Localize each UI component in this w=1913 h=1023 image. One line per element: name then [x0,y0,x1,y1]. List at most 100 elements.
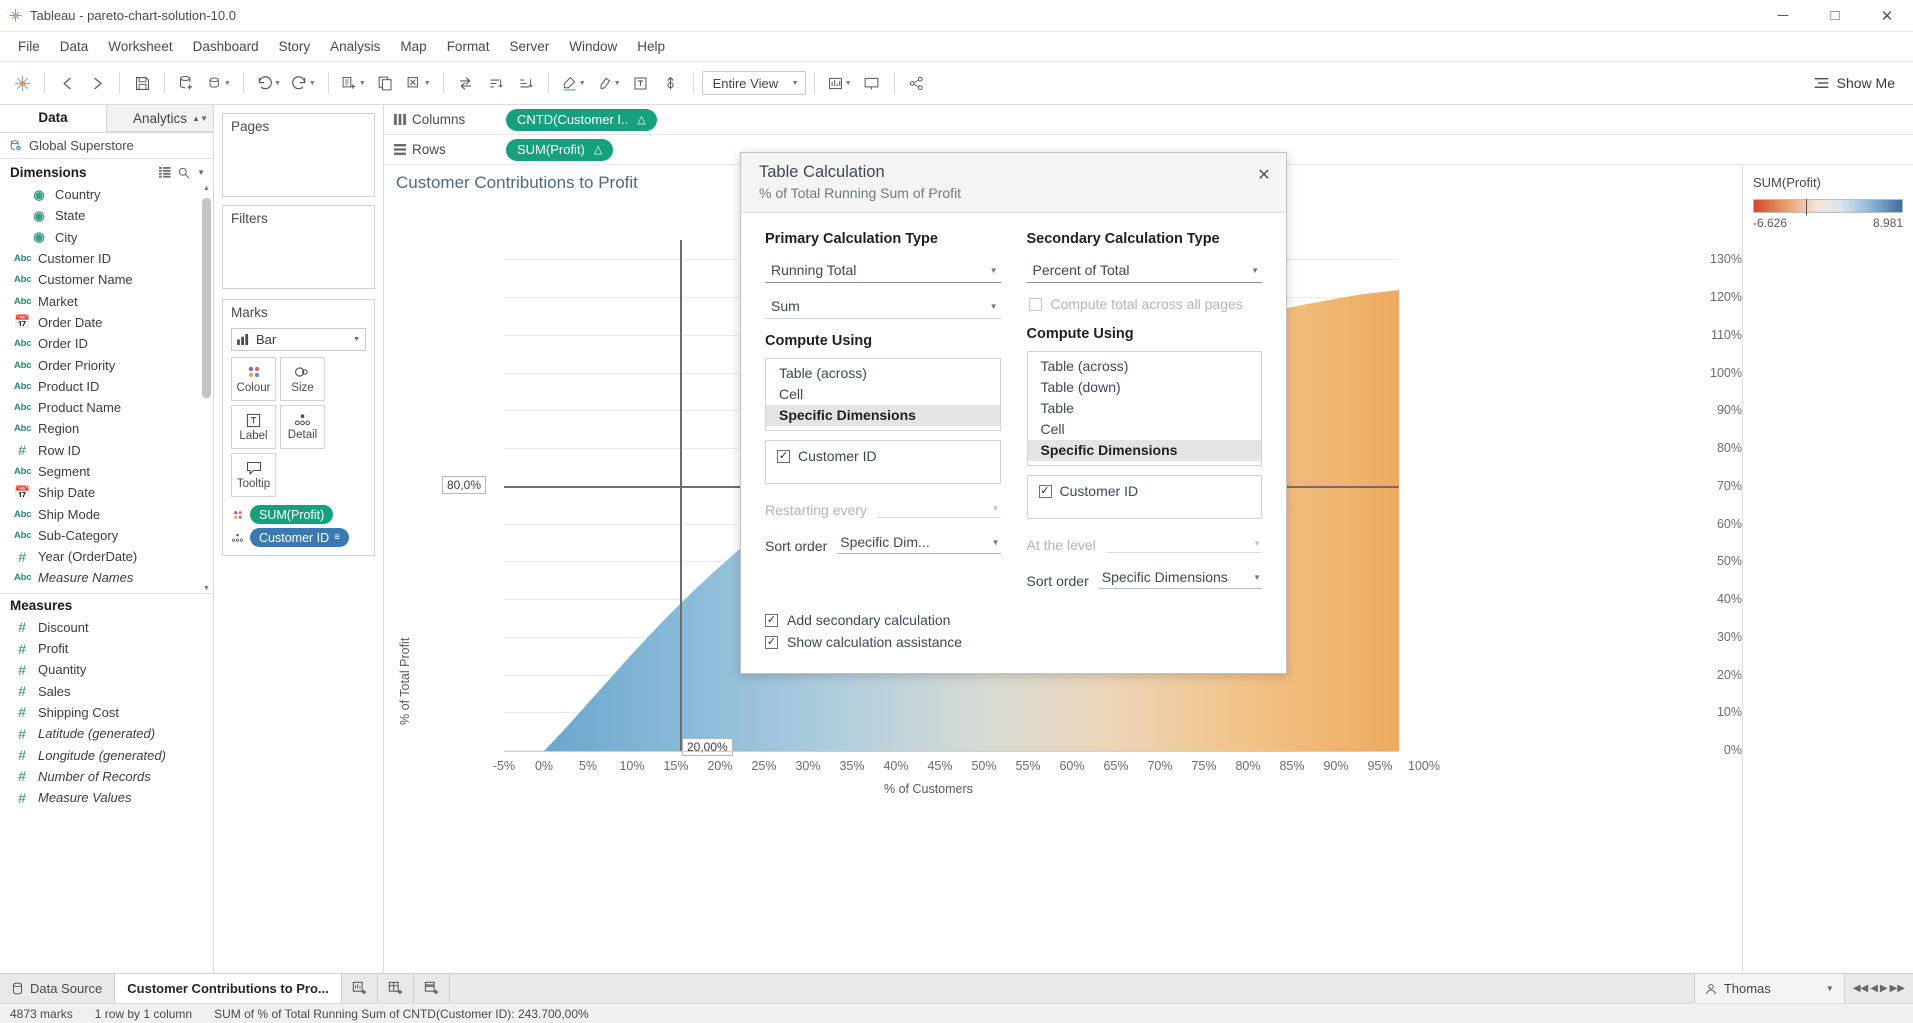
new-data-source-button[interactable] [173,69,201,97]
menu-window[interactable]: Window [559,35,627,58]
primary-sort-order-dropdown[interactable]: Specific Dim... ▼ [837,532,1001,554]
menu-format[interactable]: Format [437,35,500,58]
show-me-button[interactable]: Show Me [1813,75,1905,91]
save-button[interactable] [128,69,156,97]
secondary-sort-order-dropdown[interactable]: Specific Dimensions ▼ [1098,567,1262,589]
forward-button[interactable] [83,69,111,97]
menu-help[interactable]: Help [627,35,675,58]
field-product-name[interactable]: Abc Product Name [0,397,213,418]
secondary-option-table-across[interactable]: Table (across) [1028,356,1262,377]
datasource-row[interactable]: Global Superstore [0,133,213,159]
primary-dimensions-box[interactable]: ✓ Customer ID [765,440,1001,484]
nav-last-icon[interactable]: ▶▶ [1890,983,1905,994]
redo-button[interactable]: ▼ [287,69,320,97]
field-ship-date[interactable]: 📅 Ship Date [0,482,213,503]
menu-map[interactable]: Map [390,35,436,58]
field-state[interactable]: ◉ State [0,205,213,226]
field-customer-name[interactable]: Abc Customer Name [0,269,213,290]
field-order-priority[interactable]: Abc Order Priority [0,354,213,375]
add-secondary-calculation-row[interactable]: ✓ Add secondary calculation [765,609,1262,631]
field-measure-names[interactable]: Abc Measure Names [0,567,213,588]
secondary-dimension-customer-id[interactable]: ✓ Customer ID [1028,483,1262,499]
sort-descending-button[interactable] [512,69,540,97]
highlight-button[interactable]: ▼ [557,69,590,97]
field-product-id[interactable]: Abc Product ID [0,376,213,397]
primary-dimension-customer-id[interactable]: ✓ Customer ID [766,448,1000,464]
field-country[interactable]: ◉ Country [0,184,213,205]
field-latitude[interactable]: # Latitude (generated) [0,723,213,744]
nav-prev-icon[interactable]: ◀ [1870,983,1878,994]
fit-axis-button[interactable]: ▼ [823,69,856,97]
secondary-option-specific-dimensions[interactable]: Specific Dimensions [1027,440,1261,461]
sort-ascending-button[interactable] [482,69,510,97]
chevron-down-icon[interactable]: ▼ [197,168,205,177]
field-order-date[interactable]: 📅 Order Date [0,312,213,333]
swap-rows-columns-button[interactable] [452,69,480,97]
clear-sheet-button[interactable]: ▼ [402,69,435,97]
marks-detail-button[interactable]: Detail [280,405,325,449]
tab-analytics[interactable]: Analytics ▲▼ [106,105,213,132]
field-market[interactable]: Abc Market [0,290,213,311]
minimize-button[interactable]: ─ [1757,0,1809,32]
search-icon[interactable] [178,167,190,179]
new-worksheet-button[interactable]: ▼ [337,69,370,97]
field-order-id[interactable]: Abc Order ID [0,333,213,354]
new-data-source-dropdown[interactable]: ▼ [203,69,235,97]
chevron-down-icon[interactable]: ▼ [1826,984,1834,993]
legend-gradient-bar[interactable] [1753,199,1903,215]
field-segment[interactable]: Abc Segment [0,461,213,482]
field-longitude[interactable]: # Longitude (generated) [0,744,213,765]
scroll-thumb[interactable] [202,198,211,398]
primary-option-cell[interactable]: Cell [766,384,1000,405]
field-city[interactable]: ◉ City [0,227,213,248]
field-sales[interactable]: # Sales [0,681,213,702]
field-ship-mode[interactable]: Abc Ship Mode [0,503,213,524]
primary-type-dropdown[interactable]: Running Total ▼ [765,259,1001,283]
menu-dashboard[interactable]: Dashboard [183,35,269,58]
menu-worksheet[interactable]: Worksheet [98,35,182,58]
close-button[interactable]: ✕ [1861,0,1913,32]
share-button[interactable] [903,69,931,97]
secondary-type-dropdown[interactable]: Percent of Total ▼ [1026,259,1262,283]
maximize-button[interactable]: □ [1809,0,1861,32]
field-discount[interactable]: # Discount [0,617,213,638]
checkbox-icon[interactable]: ✓ [1038,484,1052,498]
fit-selector[interactable]: Entire View ▼ [701,71,806,95]
text-label-button[interactable] [627,69,655,97]
pages-drop-zone[interactable] [223,138,374,196]
secondary-compute-using-list[interactable]: Table (across) Table (down) Table Cell S… [1026,351,1262,466]
highlight-colour-button[interactable]: ▼ [592,69,625,97]
rows-pill-sum-profit[interactable]: SUM(Profit) △ [506,138,614,161]
marks-size-button[interactable]: Size [280,357,325,401]
secondary-dimensions-box[interactable]: ✓ Customer ID [1026,475,1262,519]
secondary-option-table-down[interactable]: Table (down) [1028,377,1262,398]
primary-option-specific-dimensions[interactable]: Specific Dimensions [766,405,1000,426]
checkbox-icon[interactable]: ✓ [777,449,790,463]
menu-story[interactable]: Story [269,35,321,58]
primary-aggregation-dropdown[interactable]: Sum ▼ [765,295,1001,319]
scroll-down-arrow[interactable]: ▼ [202,584,211,594]
field-number-of-records[interactable]: # Number of Records [0,766,213,787]
close-icon[interactable]: ✕ [1254,165,1274,185]
field-quantity[interactable]: # Quantity [0,659,213,680]
scroll-up-arrow[interactable]: ▲ [202,184,211,194]
field-customer-id[interactable]: Abc Customer ID [0,248,213,269]
primary-compute-using-list[interactable]: Table (across) Cell Specific Dimensions [765,358,1001,431]
presentation-mode-button[interactable] [858,69,886,97]
field-shipping-cost[interactable]: # Shipping Cost [0,702,213,723]
nav-first-icon[interactable]: ◀◀ [1853,983,1868,994]
compute-total-all-pages-row[interactable]: Compute total across all pages [1027,295,1263,312]
menu-analysis[interactable]: Analysis [320,35,390,58]
menu-file[interactable]: File [8,35,50,58]
tab-data-source[interactable]: Data Source [0,974,116,1003]
menu-server[interactable]: Server [499,35,559,58]
marks-tooltip-button[interactable]: Tooltip [231,453,276,497]
data-pane-scrollbar[interactable]: ▲ ▼ [202,184,211,973]
menu-data[interactable]: Data [50,35,99,58]
new-dashboard-button[interactable] [378,974,414,1003]
field-row-id[interactable]: # Row ID [0,440,213,461]
marks-type-selector[interactable]: Bar ▼ [231,328,366,351]
nav-next-icon[interactable]: ▶ [1880,983,1888,994]
primary-option-table-across[interactable]: Table (across) [766,363,1000,384]
field-sub-category[interactable]: Abc Sub-Category [0,525,213,546]
